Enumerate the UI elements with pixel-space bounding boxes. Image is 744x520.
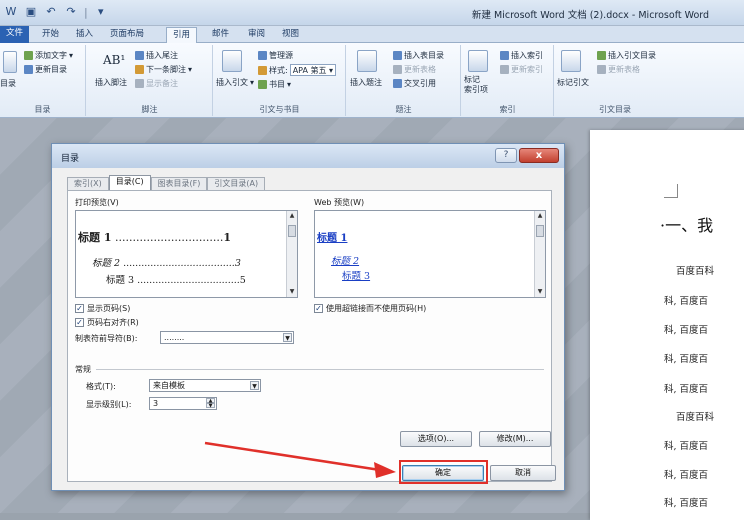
ok-button-highlight — [399, 460, 488, 484]
annotation-arrow — [204, 441, 396, 478]
